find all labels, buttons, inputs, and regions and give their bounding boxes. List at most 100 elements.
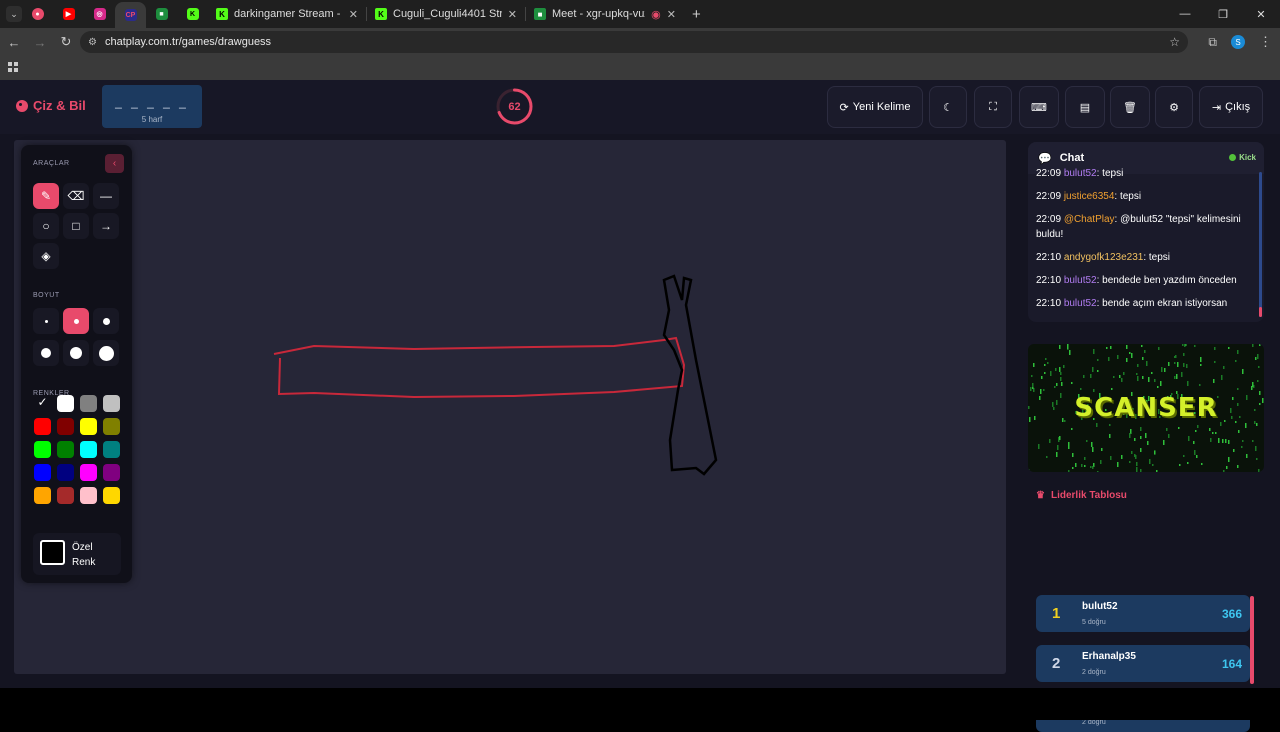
color-swatch[interactable] [34,464,51,481]
delete-button[interactable]: 🗑 [1110,86,1150,128]
color-swatch[interactable] [57,487,74,504]
maximize-button[interactable]: ❐ [1204,0,1242,28]
chat-messages: 22:09 bulut52: tepsi 22:09 justice6354: t… [1036,166,1258,319]
color-swatch[interactable]: ✓ [34,395,51,412]
custom-color-button[interactable]: Özel Renk [33,533,121,575]
color-swatch[interactable] [80,418,97,435]
color-swatch[interactable] [57,441,74,458]
site-info-icon[interactable]: ⚙ [88,37,97,48]
minimize-button[interactable]: — [1166,0,1204,28]
keyboard-button[interactable]: ⌨ [1019,86,1059,128]
color-swatch[interactable] [80,441,97,458]
player-score: 164 [1221,657,1242,671]
chat-scrollbar[interactable] [1259,172,1262,317]
chat-message: 22:09 bulut52: tepsi [1036,166,1258,181]
color-swatch[interactable] [34,418,51,435]
color-swatch[interactable] [80,487,97,504]
kick-icon: K [216,8,228,20]
collapse-panel-button[interactable]: ‹ [105,154,124,173]
message-user[interactable]: bulut52 [1064,275,1097,286]
back-button[interactable]: ← [2,35,26,50]
size-option-xxl[interactable] [93,340,119,366]
exit-button[interactable]: ⇥ Çıkış [1199,86,1263,128]
message-user[interactable]: andygofk123e231 [1064,252,1144,263]
tab-kick-dashboard[interactable]: K darkingamer Stream - Kick Dash ✕ [208,0,366,28]
brush-tool[interactable]: ✎ [33,183,59,209]
color-swatch[interactable] [103,395,120,412]
size-option-xs[interactable] [33,308,59,334]
color-swatch[interactable] [103,441,120,458]
size-option-l[interactable] [33,340,59,366]
drawing-canvas[interactable]: ↺ ↻ 🗑 [14,140,1006,718]
address-bar[interactable]: ⚙ chatplay.com.tr/games/drawguess ☆ [80,31,1188,53]
palette-icon [16,99,28,112]
color-swatch[interactable] [80,464,97,481]
message-user[interactable]: bulut52 [1064,298,1097,309]
new-word-button[interactable]: ⟳ Yeni Kelime [827,86,923,128]
arrow-tool[interactable]: → [93,213,119,239]
eraser-tool[interactable]: ⌫ [63,183,89,209]
close-icon[interactable]: ✕ [349,8,358,21]
color-swatch[interactable] [34,487,51,504]
circle-tool[interactable]: ○ [33,213,59,239]
color-swatch[interactable] [57,464,74,481]
eraser-icon: ⌫ [67,189,85,203]
tab-kick-stream[interactable]: K Cuguli_Cuguli4401 Stream - We ✕ [367,0,525,28]
forward-button[interactable]: → [28,35,52,50]
pinned-tab-instagram[interactable]: ◎ [84,0,115,28]
pinned-tab-opera[interactable]: ● [22,0,53,28]
archive-button[interactable]: ▤ [1065,86,1105,128]
meet-icon: ■ [534,8,546,20]
keyboard-icon: ⌨ [1031,101,1047,114]
profile-avatar[interactable]: S [1231,35,1245,49]
theme-toggle-button[interactable]: ☾ [929,86,967,128]
bookmark-star-icon[interactable]: ☆ [1169,35,1180,49]
color-swatch[interactable] [34,441,51,458]
game-page: Çiz & Bil _ _ _ _ _ 5 harf 62 ⟳ Yeni Kel… [0,80,1280,732]
size-option-s[interactable] [63,308,89,334]
color-swatch[interactable] [57,418,74,435]
new-word-label: Yeni Kelime [852,101,911,113]
tab-search-button[interactable]: ⌄ [6,6,22,22]
close-icon[interactable]: ✕ [508,8,517,21]
pinned-tab-kick[interactable]: K [177,0,208,28]
reload-button[interactable]: ↻ [54,34,78,50]
tools-title: ARAÇLAR [33,160,70,167]
color-swatch[interactable] [103,464,120,481]
close-window-button[interactable]: ✕ [1242,0,1280,28]
pinned-tab-chatplay[interactable]: CP [115,2,146,28]
custom-color-label-2: Renk [72,557,96,568]
apps-grid-icon[interactable] [8,62,18,72]
line-icon: — [100,189,112,203]
message-time: 22:09 [1036,214,1062,225]
instagram-icon: ◎ [93,8,106,20]
menu-icon[interactable]: ⋮ [1259,34,1272,50]
color-swatch[interactable] [103,487,120,504]
fullscreen-button[interactable]: ⛶ [974,86,1012,128]
player-name: bulut52 [1082,601,1118,612]
color-swatch[interactable] [57,395,74,412]
extensions-icon[interactable]: ⧉ [1208,35,1217,50]
message-user[interactable]: bulut52 [1064,168,1097,179]
new-tab-button[interactable]: + [692,6,701,23]
leaderboard-scrollbar[interactable] [1250,596,1254,684]
stream-logo: SCANSER [1074,393,1218,423]
tab-meet[interactable]: ■ Meet - xgr-upkq-vuz ◉ ✕ [526,0,684,28]
color-swatch[interactable] [103,418,120,435]
fill-tool[interactable]: ◈ [33,243,59,269]
close-icon[interactable]: ✕ [667,8,676,21]
paint-bucket-icon: ◈ [41,249,51,263]
chevron-left-icon: ‹ [112,158,117,169]
browser-toolbar: ← → ↻ ⚙ chatplay.com.tr/games/drawguess … [0,28,1280,56]
message-user[interactable]: justice6354 [1064,191,1115,202]
line-tool[interactable]: — [93,183,119,209]
size-option-xl[interactable] [63,340,89,366]
settings-button[interactable]: ⚙ [1155,86,1193,128]
color-swatch[interactable] [80,395,97,412]
size-option-m[interactable] [93,308,119,334]
rectangle-tool[interactable]: □ [63,213,89,239]
message-user[interactable]: @ChatPlay [1064,214,1115,225]
pinned-tab-youtube[interactable]: ▶ [53,0,84,28]
message-time: 22:09 [1036,168,1062,179]
pinned-tab-meet[interactable]: ■ [146,0,177,28]
